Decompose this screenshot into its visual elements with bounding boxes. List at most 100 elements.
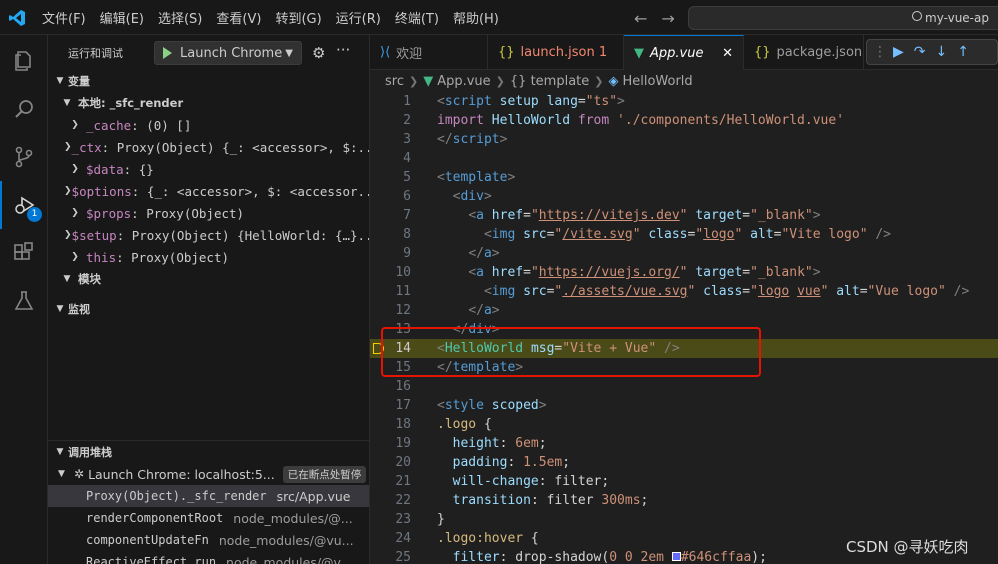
- debug-session-row[interactable]: ▼ ✲ Launch Chrome: localhost:5... 已在断点处暂…: [48, 463, 369, 485]
- menu-view[interactable]: 查看(V): [216, 8, 261, 27]
- drag-handle-icon[interactable]: ⋮: [873, 44, 887, 60]
- gear-icon[interactable]: ⚙: [312, 44, 325, 62]
- line-number: 10: [395, 265, 411, 280]
- line-text: filter: drop-shadow(0 0 2em #646cffaa);: [452, 550, 767, 564]
- json-icon: {}: [754, 45, 771, 60]
- chevron-right-icon: ❯: [71, 164, 79, 174]
- vscode-icon: ⟩⟨: [380, 45, 391, 60]
- step-into-icon[interactable]: ↓: [936, 44, 948, 60]
- forward-arrow-icon[interactable]: →: [661, 9, 674, 28]
- chevron-right-icon: ❯: [71, 120, 79, 130]
- line-text: transition: filter 300ms;: [452, 493, 649, 508]
- code-line: 1 <script setup lang="ts">: [370, 92, 998, 111]
- tab-app-vue[interactable]: ▼ App.vue ✕: [624, 35, 744, 70]
- source-control-icon[interactable]: [0, 133, 48, 181]
- line-text: .logo:hover {: [437, 531, 539, 546]
- callstack-section-header[interactable]: ▼ 调用堆栈: [48, 441, 369, 463]
- variable-name: $options: [71, 183, 132, 199]
- variable-value: : {_: <accessor>, $: <accessor...: [131, 183, 370, 199]
- debug-session-bug-icon: ✲: [74, 467, 85, 481]
- search-text: my-vue-ap: [925, 11, 989, 25]
- variable-value: : Proxy(Object) {_: <accessor>, $:...: [101, 139, 370, 155]
- launch-config-select[interactable]: Launch Chrome ▼: [154, 41, 302, 65]
- code-line: 6 <div>: [370, 187, 998, 206]
- menu-run[interactable]: 运行(R): [336, 8, 381, 27]
- start-debugging-icon[interactable]: [163, 47, 172, 59]
- watermark: CSDN @寻妖吃肉: [846, 538, 969, 556]
- local-scope-row[interactable]: ▼ 本地: _sfc_render: [48, 92, 369, 114]
- continue-icon[interactable]: ▶: [893, 44, 904, 60]
- module-scope-row[interactable]: ▼ 模块: [48, 268, 369, 290]
- line-number: 8: [403, 227, 411, 242]
- back-arrow-icon[interactable]: ←: [634, 9, 647, 28]
- variable-row[interactable]: ❯ _cache: (0) []: [48, 114, 369, 136]
- stack-frame-row[interactable]: ReactiveEffect.run node_modules/@v...: [48, 551, 369, 564]
- line-text: will-change: filter;: [452, 474, 610, 489]
- variable-row[interactable]: ❯ $setup: Proxy(Object) {HelloWorld: {…}.…: [48, 224, 369, 246]
- extensions-icon[interactable]: [0, 229, 48, 277]
- line-number: 23: [395, 512, 411, 527]
- stack-frame-row[interactable]: componentUpdateFn node_modules/@vu...: [48, 529, 369, 551]
- more-actions-icon[interactable]: ···: [336, 41, 350, 59]
- variable-row[interactable]: ❯ _ctx: Proxy(Object) {_: <accessor>, $:.…: [48, 136, 369, 158]
- variable-value: : (0) []: [131, 117, 192, 133]
- tab-welcome[interactable]: ⟩⟨ 欢迎: [370, 35, 488, 70]
- variable-row[interactable]: ❯ $props: Proxy(Object): [48, 202, 369, 224]
- color-swatch-icon[interactable]: [671, 552, 681, 561]
- chevron-down-icon: ▼: [58, 469, 65, 479]
- command-center-search[interactable]: my-vue-ap: [688, 6, 998, 30]
- stack-frame-row[interactable]: Proxy(Object)._sfc_render src/App.vue: [48, 485, 369, 507]
- step-over-icon[interactable]: ↷: [914, 44, 926, 60]
- variable-row[interactable]: ❯ $data: {}: [48, 158, 369, 180]
- menu-help[interactable]: 帮助(H): [453, 8, 499, 27]
- stack-frame-row[interactable]: renderComponentRoot node_modules/@...: [48, 507, 369, 529]
- line-text: height: 6em;: [452, 436, 547, 451]
- chevron-right-icon: ❯: [495, 74, 505, 88]
- breadcrumb-template[interactable]: {} template: [510, 74, 589, 89]
- chevron-down-icon: ▼: [63, 98, 71, 108]
- search-view-icon[interactable]: [0, 85, 48, 133]
- variable-row[interactable]: ❯ this: Proxy(Object): [48, 246, 369, 268]
- breadcrumb-folder[interactable]: src: [385, 74, 404, 89]
- tab-package-json[interactable]: {} package.json: [744, 35, 864, 70]
- launch-config-label: Launch Chrome: [180, 45, 283, 61]
- stack-frame-path: node_modules/@...: [233, 510, 353, 526]
- explorer-icon[interactable]: [0, 37, 48, 85]
- code-line: 2 import HelloWorld from './components/He…: [370, 111, 998, 130]
- line-number: 1: [403, 94, 411, 109]
- tab-launch-json[interactable]: {} launch.json 1: [488, 35, 624, 70]
- menu-terminal[interactable]: 终端(T): [395, 8, 439, 27]
- chevron-down-icon: ▼: [56, 304, 64, 314]
- line-text: </a>: [468, 303, 500, 318]
- menu-edit[interactable]: 编辑(E): [100, 8, 144, 27]
- chevron-down-icon: ▼: [63, 274, 71, 284]
- variables-section-header[interactable]: ▼ 变量: [48, 70, 369, 92]
- variable-row[interactable]: ❯ $options: {_: <accessor>, $: <accessor.…: [48, 180, 369, 202]
- close-icon[interactable]: ✕: [722, 46, 733, 61]
- menu-selection[interactable]: 选择(S): [158, 8, 202, 27]
- variable-name: $props: [86, 205, 132, 221]
- line-text: }: [437, 512, 445, 527]
- breadcrumb-file[interactable]: App.vue: [437, 74, 490, 89]
- watch-section: ▼ 监视: [48, 298, 369, 320]
- code-line: 20 padding: 1.5em;: [370, 453, 998, 472]
- variable-value: : Proxy(Object): [131, 205, 245, 221]
- menu-file[interactable]: 文件(F): [42, 8, 86, 27]
- line-number: 2: [403, 113, 411, 128]
- step-out-icon[interactable]: ↑: [957, 44, 969, 60]
- variable-name: this: [86, 249, 117, 265]
- chevron-down-icon: ▼: [285, 47, 293, 59]
- line-number: 25: [395, 550, 411, 564]
- menu-go[interactable]: 转到(G): [275, 8, 321, 27]
- line-number: 7: [403, 208, 411, 223]
- chevron-right-icon: ❯: [64, 186, 72, 196]
- watch-section-header[interactable]: ▼ 监视: [48, 298, 369, 320]
- chevron-right-icon: ❯: [71, 208, 79, 218]
- debug-sidebar: 运行和调试 Launch Chrome ▼ ⚙ ··· ▼ 变量 ▼ 本地: _sf…: [48, 35, 370, 564]
- line-text: <div>: [452, 189, 492, 204]
- variable-value: : Proxy(Object): [116, 249, 229, 265]
- breadcrumb-component[interactable]: HelloWorld: [622, 74, 692, 89]
- run-debug-icon[interactable]: 1: [0, 181, 48, 229]
- variable-name: $data: [86, 161, 124, 177]
- testing-flask-icon[interactable]: [0, 277, 48, 325]
